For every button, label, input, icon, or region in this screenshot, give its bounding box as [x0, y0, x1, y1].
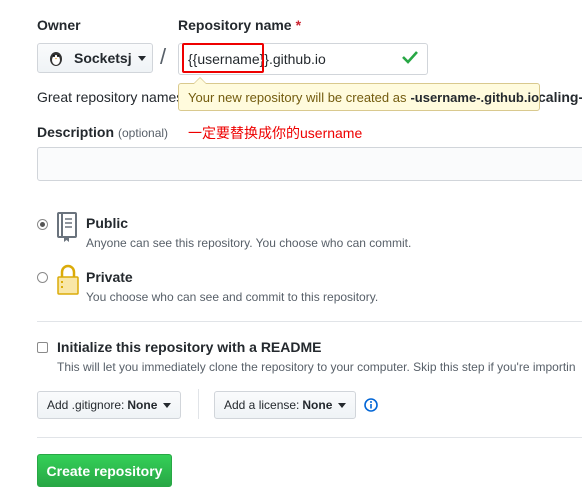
public-title: Public: [86, 215, 129, 231]
readme-note: This will let you immediately clone the …: [57, 360, 576, 374]
divider: [37, 437, 582, 438]
tooltip-text: Your new repository will be created as: [188, 89, 407, 105]
check-icon: [402, 50, 418, 69]
private-note: You choose who can see and commit to thi…: [86, 290, 379, 304]
repo-name-tooltip: Your new repository will be created as -u…: [178, 77, 540, 111]
repo-name-label: Repository name *: [178, 17, 301, 33]
tooltip-repo-name: -username-.github.io: [410, 89, 540, 105]
chevron-down-icon: [137, 55, 146, 61]
optional-tag: (optional): [118, 126, 169, 140]
owner-name: Socketsj: [74, 50, 132, 66]
readme-checkbox[interactable]: [37, 342, 48, 353]
description-input[interactable]: [37, 147, 582, 181]
private-title: Private: [86, 269, 133, 285]
public-radio[interactable]: [37, 219, 48, 230]
repo-hint-left: Great repository names: [37, 89, 184, 105]
repo-hint-right: caling-: [538, 89, 582, 105]
divider: [37, 321, 582, 322]
info-icon[interactable]: [364, 398, 378, 412]
create-repository-button[interactable]: Create repository: [37, 454, 172, 487]
annotation-highlight-box: [182, 43, 264, 73]
gitignore-select[interactable]: Add .gitignore: None: [37, 391, 182, 419]
license-label: Add a license:: [224, 398, 300, 412]
separator-slash: /: [160, 44, 167, 69]
annotation-note: 一定要替换成你的username: [188, 125, 363, 141]
private-radio[interactable]: [37, 272, 48, 283]
required-mark: *: [295, 17, 302, 33]
license-value: None: [302, 398, 333, 412]
owner-label: Owner: [37, 17, 81, 33]
chevron-down-icon: [338, 402, 347, 408]
public-note: Anyone can see this repository. You choo…: [86, 236, 412, 250]
gitignore-value: None: [127, 398, 158, 412]
gitignore-label: Add .gitignore:: [47, 398, 125, 412]
chevron-down-icon: [163, 402, 172, 408]
avatar: [46, 48, 66, 68]
repo-name-suffix-text: .github.io: [268, 51, 326, 67]
license-select[interactable]: Add a license: None: [214, 391, 357, 419]
vertical-divider: [198, 389, 199, 419]
repo-name-label-text: Repository name: [178, 17, 292, 33]
owner-select[interactable]: Socketsj: [37, 43, 153, 73]
book-icon: [56, 211, 80, 248]
description-label-text: Description: [37, 124, 115, 140]
description-label: Description (optional): [37, 124, 168, 140]
lock-icon: [56, 264, 80, 301]
readme-title: Initialize this repository with a README: [57, 339, 322, 355]
